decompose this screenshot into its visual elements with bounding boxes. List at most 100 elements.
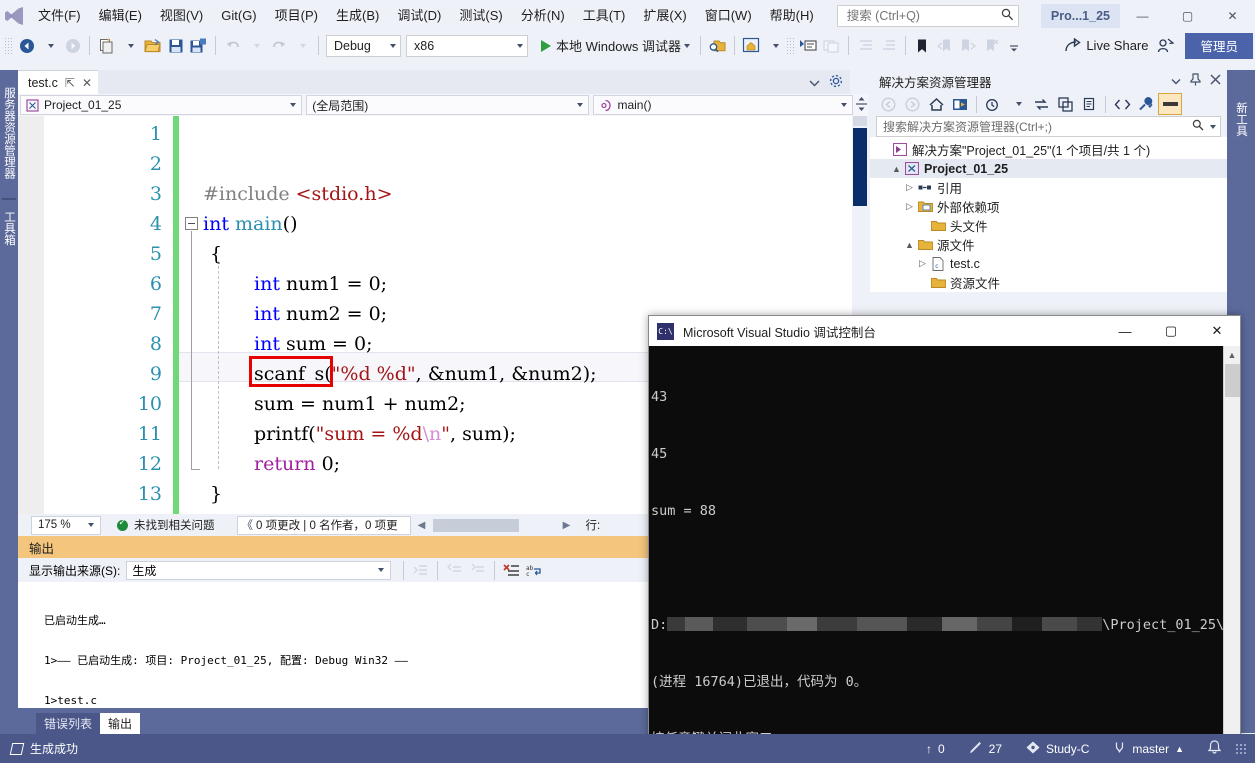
- save-all-button[interactable]: [187, 34, 210, 57]
- tree-expander[interactable]: ▲: [903, 240, 916, 250]
- menu-extensions[interactable]: 扩展(X): [634, 4, 695, 28]
- save-button[interactable]: [164, 34, 187, 57]
- window-maximize-button[interactable]: ▢: [1165, 0, 1210, 31]
- comment-selection-button[interactable]: [797, 34, 820, 57]
- navbar-scope-dropdown[interactable]: (全局范围): [306, 95, 589, 115]
- se-refresh-button[interactable]: [1029, 93, 1053, 115]
- go-to-message-button[interactable]: [409, 559, 432, 582]
- menu-file[interactable]: 文件(F): [29, 4, 90, 28]
- toolbar-grip-2[interactable]: [786, 37, 794, 55]
- tree-item-source-files[interactable]: ▲ 源文件: [870, 235, 1227, 254]
- live-share-button[interactable]: Live Share: [1059, 34, 1154, 57]
- editor-breakpoint-gutter[interactable]: [18, 116, 44, 514]
- outlining-collapse-toggle[interactable]: [185, 217, 198, 230]
- tab-list-chevron-icon[interactable]: [809, 76, 820, 90]
- undo-button[interactable]: [221, 34, 244, 57]
- solution-explorer-home-dropdown[interactable]: [763, 34, 786, 57]
- panel-close-icon[interactable]: [1210, 74, 1221, 88]
- se-show-all-files-button[interactable]: [1077, 93, 1101, 115]
- chevron-down-icon[interactable]: [1210, 125, 1216, 129]
- solution-configuration-combo[interactable]: Debug: [326, 35, 401, 57]
- new-project-button[interactable]: [95, 34, 118, 57]
- panel-menu-chevron-icon[interactable]: [1171, 74, 1181, 88]
- menu-help[interactable]: 帮助(H): [761, 4, 823, 28]
- next-bookmark-button[interactable]: [957, 34, 980, 57]
- console-minimize-button[interactable]: —: [1102, 316, 1148, 346]
- undo-dropdown[interactable]: [244, 34, 267, 57]
- increase-indent-button[interactable]: [877, 34, 900, 57]
- navbar-member-dropdown[interactable]: main(): [593, 95, 853, 115]
- navbar-project-dropdown[interactable]: Project_01_25: [20, 95, 302, 115]
- status-repository[interactable]: Study-C: [1014, 734, 1101, 763]
- se-properties-window-button[interactable]: [1134, 93, 1158, 115]
- solution-explorer-search-box[interactable]: 搜索解决方案资源管理器(Ctrl+;): [876, 116, 1221, 137]
- redo-dropdown[interactable]: [290, 34, 313, 57]
- status-unpushed-commits[interactable]: ↑ 0: [914, 734, 957, 763]
- quick-search-input[interactable]: [845, 8, 999, 24]
- menu-project[interactable]: 项目(P): [266, 4, 327, 28]
- new-project-dropdown[interactable]: [118, 34, 141, 57]
- editor-zoom-dropdown[interactable]: 175 %: [31, 516, 101, 535]
- scrollbar-thumb[interactable]: [1225, 364, 1240, 397]
- feedback-button[interactable]: [1154, 34, 1177, 57]
- toolbar-grip[interactable]: [4, 37, 12, 55]
- toolbar-overflow-button[interactable]: [1003, 34, 1026, 57]
- status-notifications[interactable]: [1196, 734, 1233, 763]
- window-minimize-button[interactable]: —: [1120, 0, 1165, 31]
- se-view-code-button[interactable]: [1110, 93, 1134, 115]
- console-close-button[interactable]: ✕: [1194, 316, 1240, 346]
- chevron-up-icon[interactable]: ▲: [1175, 744, 1184, 754]
- resize-grip[interactable]: [1235, 743, 1247, 755]
- tab-output[interactable]: 输出: [100, 713, 140, 734]
- menu-analyze[interactable]: 分析(N): [512, 4, 574, 28]
- menu-tools[interactable]: 工具(T): [574, 4, 635, 28]
- tree-item-header-files[interactable]: 头文件: [870, 216, 1227, 235]
- se-pending-changes-button[interactable]: [981, 93, 1005, 115]
- split-view-icon[interactable]: [855, 96, 868, 115]
- next-message-button[interactable]: [466, 559, 489, 582]
- tree-item-solution[interactable]: 解决方案"Project_01_25"(1 个项目/共 1 个): [870, 140, 1227, 159]
- sidebar-tab-server-explorer[interactable]: 服务器资源管理器: [1, 72, 17, 194]
- codelens-changes-indicator[interactable]: 《 0 项更改 | 0 名作者，0 项更: [237, 516, 411, 535]
- console-output-text[interactable]: 43 45 sum = 88 D:\Project_01_25\Debug\Pr…: [649, 346, 1225, 747]
- tree-item-test-c[interactable]: ▷ c test.c: [870, 254, 1227, 273]
- find-in-files-button[interactable]: [706, 34, 729, 57]
- account-chip[interactable]: Pro...1_25: [1041, 4, 1120, 28]
- pin-icon[interactable]: ⇱: [65, 76, 75, 90]
- se-home-button[interactable]: [924, 93, 948, 115]
- scroll-right-arrow-icon[interactable]: ▶: [560, 520, 574, 531]
- open-file-button[interactable]: [141, 34, 164, 57]
- debug-console-window[interactable]: C:\ Microsoft Visual Studio 调试控制台 — ▢ ✕ …: [648, 315, 1241, 747]
- tab-error-list[interactable]: 错误列表: [36, 713, 100, 734]
- tree-item-resource-files[interactable]: 资源文件: [870, 273, 1227, 292]
- solution-explorer-home-button[interactable]: [740, 34, 763, 57]
- previous-message-button[interactable]: [443, 559, 466, 582]
- menu-debug[interactable]: 调试(D): [388, 4, 450, 28]
- panel-pin-icon[interactable]: [1190, 73, 1201, 89]
- previous-bookmark-button[interactable]: [934, 34, 957, 57]
- tree-expander[interactable]: ▷: [903, 182, 916, 193]
- se-forward-button[interactable]: [900, 93, 924, 115]
- navigate-backward-button[interactable]: [15, 34, 38, 57]
- tree-item-references[interactable]: ▷ 引用: [870, 178, 1227, 197]
- solution-explorer-tree[interactable]: 解决方案"Project_01_25"(1 个项目/共 1 个) ▲ Proje…: [870, 137, 1227, 292]
- scroll-left-arrow-icon[interactable]: ◀: [415, 520, 429, 531]
- menu-view[interactable]: 视图(V): [151, 4, 212, 28]
- se-preview-selected-button[interactable]: [1158, 93, 1182, 115]
- sidebar-tab-new-tools[interactable]: 新工具: [1232, 74, 1249, 164]
- toggle-word-wrap-button[interactable]: abc: [523, 559, 546, 582]
- se-properties-button[interactable]: [948, 93, 972, 115]
- menu-edit[interactable]: 编辑(E): [90, 4, 151, 28]
- uncomment-selection-button[interactable]: [820, 34, 843, 57]
- tree-expander[interactable]: ▷: [916, 258, 929, 269]
- editor-horizontal-scrollbar[interactable]: ◀ ▶: [415, 517, 578, 534]
- menu-git[interactable]: Git(G): [212, 4, 265, 28]
- tree-expander[interactable]: ▷: [903, 201, 916, 212]
- decrease-indent-button[interactable]: [854, 34, 877, 57]
- console-vertical-scrollbar[interactable]: ▲ ▼: [1223, 346, 1240, 747]
- editor-settings-gear-icon[interactable]: [829, 74, 843, 91]
- editor-issue-indicator[interactable]: 未找到相关问题: [117, 517, 215, 533]
- tab-test-c[interactable]: test.c ⇱ ✕: [18, 70, 98, 94]
- navigate-forward-button[interactable]: [61, 34, 84, 57]
- tree-expander[interactable]: ▲: [890, 164, 903, 174]
